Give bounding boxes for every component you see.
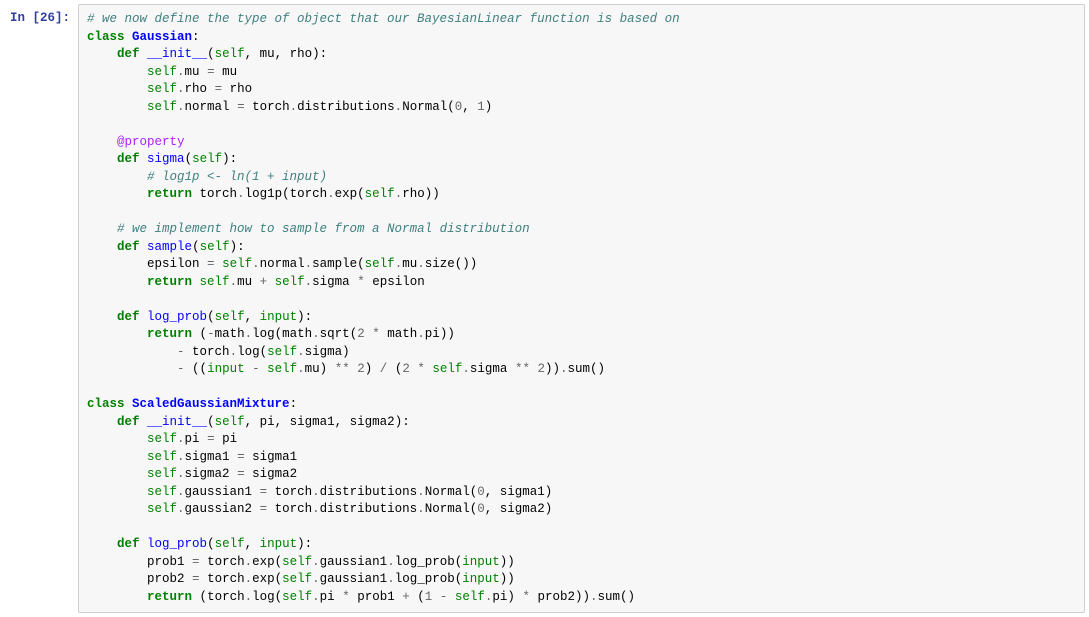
code-source[interactable]: # we now define the type of object that …: [87, 11, 1076, 606]
input-prompt: In [26]:: [4, 4, 78, 27]
code-cell: In [26]: # we now define the type of obj…: [4, 4, 1085, 613]
code-input-area[interactable]: # we now define the type of object that …: [78, 4, 1085, 613]
